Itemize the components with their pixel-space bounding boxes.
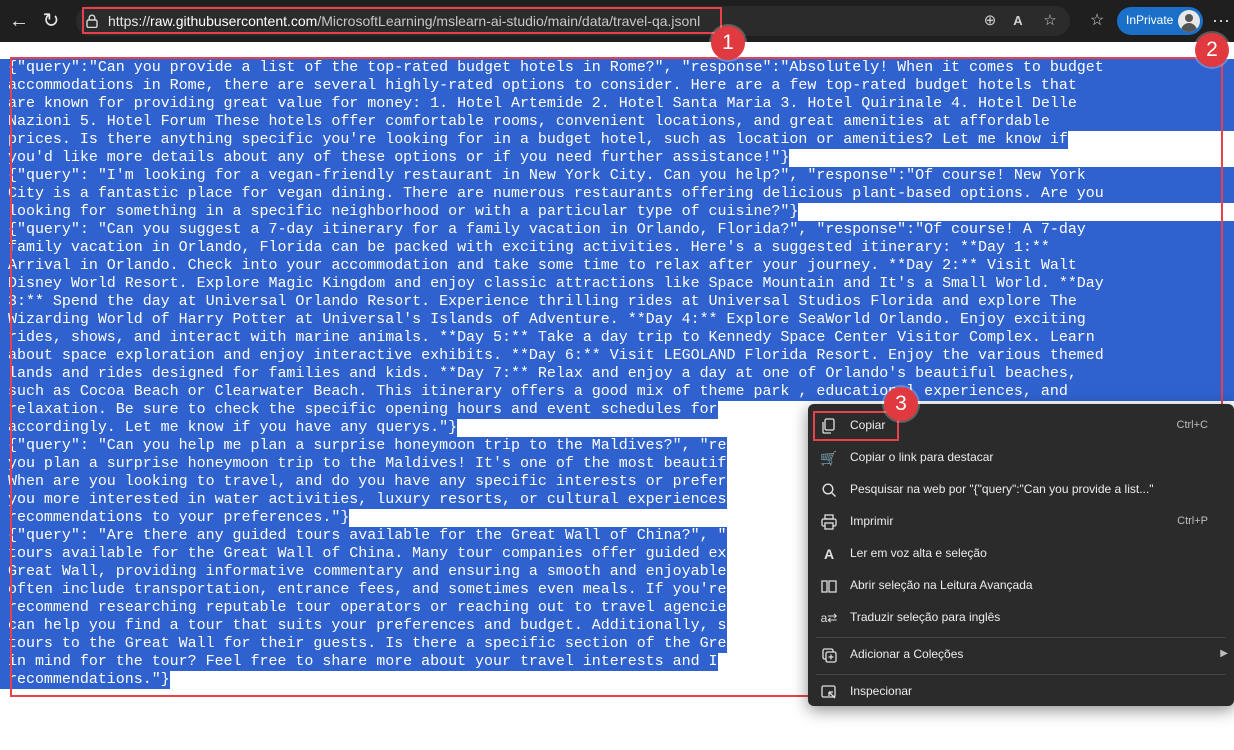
favorite-icon[interactable]: ☆ <box>1040 11 1060 31</box>
menu-item-label: Copiar o link para destacar <box>850 450 994 464</box>
menu-item-label: Imprimir <box>850 514 894 528</box>
submenu-arrow-icon: ▶ <box>1220 648 1228 659</box>
menu-separator <box>816 674 1226 675</box>
menu-item-label: Abrir seleção na Leitura Avançada <box>850 578 1033 592</box>
menu-item-shortcut: Ctrl+P <box>1177 515 1208 527</box>
menu-separator <box>816 637 1226 638</box>
menu-item-read-aloud[interactable]: A Ler em voz alta e seleção <box>808 538 1234 570</box>
menu-item-immersive-reader[interactable]: Abrir seleção na Leitura Avançada <box>808 570 1234 602</box>
menu-item-shortcut: Ctrl+C <box>1176 419 1208 431</box>
annotation-badge-1: 1 <box>711 26 745 60</box>
back-icon[interactable]: ← <box>6 8 32 34</box>
menu-item-translate[interactable]: a⇄ Traduzir seleção para inglês <box>808 602 1234 634</box>
menu-item-search-web[interactable]: Pesquisar na web por "{"query":"Can you … <box>808 474 1234 506</box>
annotation-badge-3: 3 <box>884 387 918 421</box>
read-aloud-icon[interactable]: A <box>1008 11 1028 31</box>
menu-item-label: Traduzir seleção para inglês <box>850 610 1001 624</box>
menu-item-add-to-collections[interactable]: Adicionar a Coleções ▶ <box>808 639 1234 671</box>
inspect-icon <box>821 685 836 699</box>
menu-item-copy-link-highlight[interactable]: 🛒 Copiar o link para destacar <box>808 442 1234 474</box>
profile-avatar[interactable] <box>1178 10 1200 32</box>
menu-item-label: Ler em voz alta e seleção <box>850 546 987 560</box>
print-icon <box>821 514 837 530</box>
menu-item-label: Inspecionar <box>850 684 913 698</box>
menu-item-inspect[interactable]: Inspecionar <box>808 676 1234 706</box>
copy-highlight-box <box>813 411 899 441</box>
annotation-badge-2: 2 <box>1195 33 1229 67</box>
immersive-reader-icon <box>821 580 837 593</box>
collections-icon <box>822 648 837 663</box>
refresh-icon[interactable]: ↻ <box>38 8 64 34</box>
menu-item-label: Adicionar a Coleções <box>850 647 964 661</box>
translate-icon: a⇄ <box>820 611 838 625</box>
menu-item-label: Pesquisar na web por "{"query":"Can you … <box>850 482 1154 496</box>
search-icon <box>822 483 836 497</box>
url-highlight-box <box>82 7 722 34</box>
inprivate-button[interactable]: InPrivate <box>1117 7 1203 35</box>
read-aloud-icon: A <box>823 546 835 562</box>
more-icon[interactable]: ⋯ <box>1210 10 1232 32</box>
inprivate-label: InPrivate <box>1126 13 1174 27</box>
link-highlight-icon: 🛒 <box>820 450 838 466</box>
menu-item-print[interactable]: Imprimir Ctrl+P <box>808 506 1234 538</box>
favorites-bar-icon[interactable]: ☆ <box>1086 10 1108 32</box>
zoom-icon[interactable]: ⊕ <box>980 11 1000 31</box>
context-menu: Copiar Ctrl+C 🛒 Copiar o link para desta… <box>808 404 1234 706</box>
